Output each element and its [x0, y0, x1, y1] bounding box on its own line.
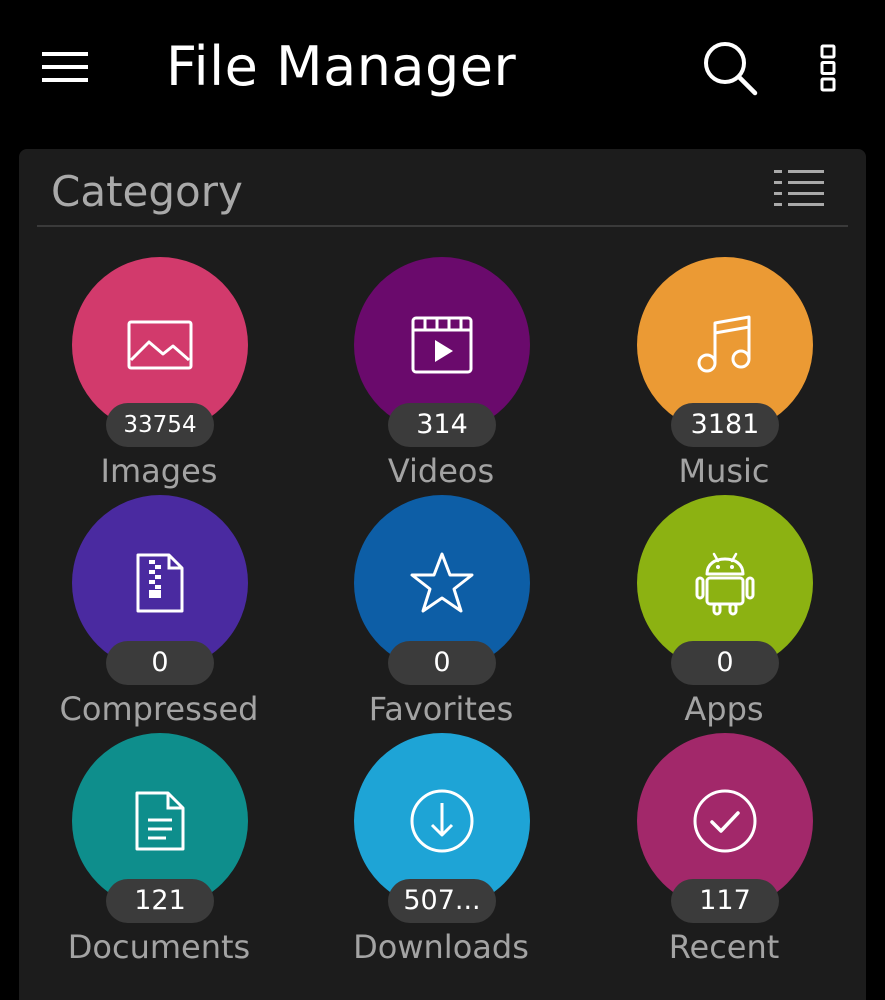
search-button[interactable]	[698, 36, 762, 100]
count-badge: 0	[388, 641, 496, 685]
count-badge: 0	[106, 641, 214, 685]
category-label: Compressed	[59, 690, 259, 728]
document-icon	[135, 791, 185, 851]
more-options-button[interactable]	[808, 36, 848, 100]
image-icon	[127, 320, 193, 370]
check-circle-icon	[693, 789, 757, 853]
search-icon	[704, 42, 758, 96]
category-music[interactable]: 3181 Music	[584, 257, 864, 490]
download-icon	[410, 789, 474, 853]
count-badge: 117	[671, 879, 779, 923]
count-badge: 0	[671, 641, 779, 685]
category-label: Images	[100, 452, 218, 490]
zip-file-icon	[136, 553, 184, 613]
star-icon	[410, 552, 474, 613]
category-downloads[interactable]: 507... Downloads	[301, 733, 581, 966]
count-badge: 3181	[671, 403, 779, 447]
music-icon	[697, 315, 751, 373]
category-label: Documents	[67, 928, 251, 966]
list-view-icon	[774, 170, 824, 206]
hamburger-menu-icon	[42, 52, 88, 82]
category-title: Category	[51, 167, 243, 216]
category-images[interactable]: 33754 Images	[19, 257, 299, 490]
list-view-toggle-button[interactable]	[771, 163, 827, 213]
count-badge: 507...	[388, 879, 496, 923]
category-compressed[interactable]: 0 Compressed	[19, 495, 299, 728]
app-bar: File Manager	[0, 0, 885, 140]
category-videos[interactable]: 314 Videos	[301, 257, 581, 490]
category-divider	[37, 225, 848, 227]
category-label: Music	[678, 452, 770, 490]
category-label: Apps	[684, 690, 764, 728]
category-panel: Category 33754 Images 314 Videos 3181 Mu…	[19, 149, 866, 1000]
category-favorites[interactable]: 0 Favorites	[301, 495, 581, 728]
more-vert-icon	[820, 44, 836, 92]
category-label: Recent	[668, 928, 780, 966]
category-documents[interactable]: 121 Documents	[19, 733, 299, 966]
count-badge: 314	[388, 403, 496, 447]
android-icon	[695, 552, 755, 616]
count-badge: 121	[106, 879, 214, 923]
video-icon	[411, 316, 473, 374]
category-label: Favorites	[368, 690, 514, 728]
count-badge: 33754	[106, 403, 214, 447]
category-recent[interactable]: 117 Recent	[584, 733, 864, 966]
category-label: Downloads	[353, 928, 529, 966]
category-apps[interactable]: 0 Apps	[584, 495, 864, 728]
category-label: Videos	[387, 452, 495, 490]
app-title: File Manager	[166, 35, 517, 98]
menu-button[interactable]	[38, 40, 92, 94]
